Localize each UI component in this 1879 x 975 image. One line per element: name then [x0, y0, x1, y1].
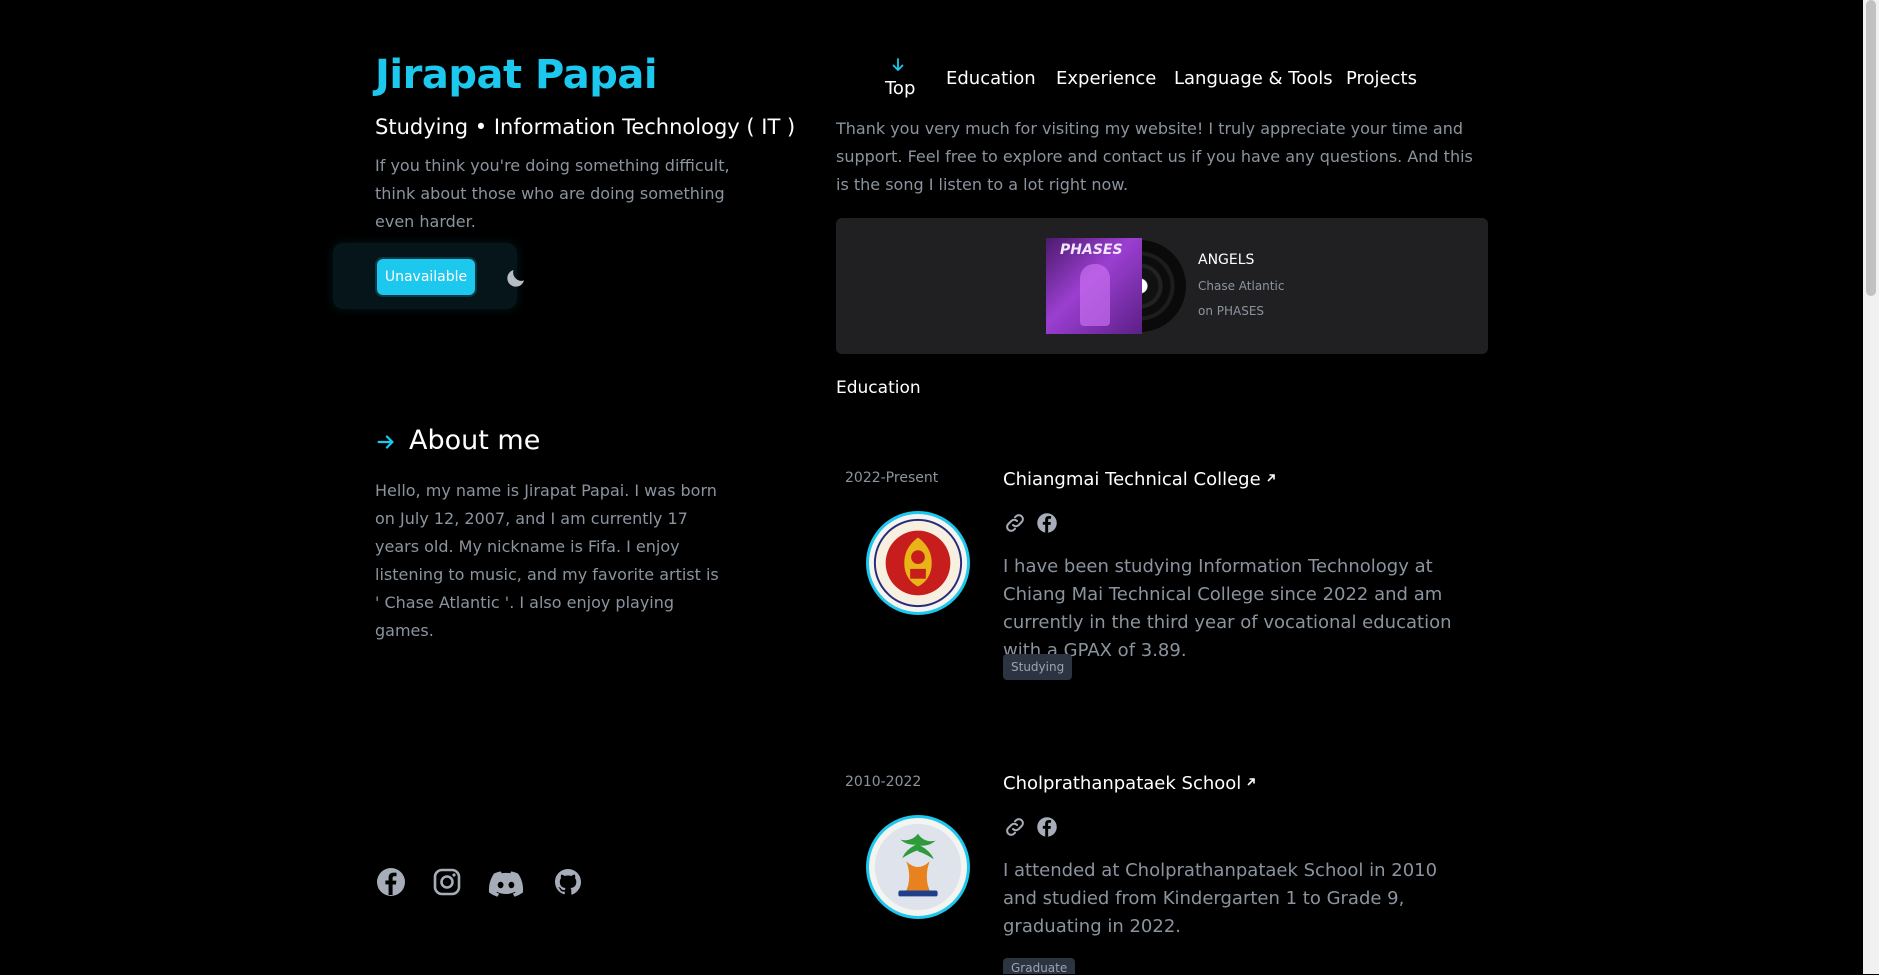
- external-link-icon: [1247, 778, 1256, 786]
- discord-icon[interactable]: [488, 866, 524, 898]
- about-title: About me: [409, 425, 541, 456]
- profile-quote: If you think you're doing something diff…: [375, 156, 730, 231]
- link-icon[interactable]: [1003, 511, 1027, 535]
- arrow-down-icon: [892, 58, 904, 71]
- facebook-icon[interactable]: [375, 866, 407, 898]
- nav-language-tools[interactable]: Language & Tools: [1174, 68, 1333, 89]
- instagram-icon[interactable]: [431, 866, 463, 898]
- song-title: ANGELS: [1198, 252, 1255, 268]
- nav-experience[interactable]: Experience: [1056, 68, 1156, 89]
- education-description: I have been studying Information Technol…: [1003, 556, 1452, 661]
- external-link-icon: [1267, 474, 1275, 482]
- github-icon[interactable]: [552, 866, 584, 898]
- education-date: 2022-Present: [845, 470, 939, 486]
- education-date: 2010-2022: [845, 774, 922, 790]
- college-logo: [866, 511, 970, 615]
- about-text: Hello, my name is Jirapat Papai. I was b…: [375, 481, 719, 640]
- education-school-link[interactable]: Cholprathanpataek School: [1003, 773, 1257, 794]
- facebook-icon[interactable]: [1035, 815, 1059, 839]
- song-album: on PHASES: [1198, 304, 1265, 318]
- education-school-link[interactable]: Chiangmai Technical College: [1003, 469, 1277, 490]
- school-name: Cholprathanpataek School: [1003, 773, 1242, 794]
- nav-projects[interactable]: Projects: [1346, 68, 1417, 89]
- status-button[interactable]: Unavailable: [375, 257, 477, 297]
- album-cover-title: PHASES: [1060, 242, 1123, 258]
- school-logo: [866, 815, 970, 919]
- scrollbar-thumb[interactable]: [1866, 0, 1876, 296]
- nav-top[interactable]: Top: [885, 78, 915, 99]
- profile-subtitle: Studying • Information Technology ( IT ): [375, 115, 796, 139]
- education-description: I attended at Cholprathanpataek School i…: [1003, 860, 1438, 937]
- nav-education[interactable]: Education: [946, 68, 1036, 89]
- school-name: Chiangmai Technical College: [1003, 469, 1261, 490]
- thanks-message: Thank you very much for visiting my webs…: [836, 119, 1473, 194]
- moon-icon[interactable]: [504, 266, 528, 290]
- arrow-right-icon: [377, 435, 394, 449]
- link-icon[interactable]: [1003, 815, 1027, 839]
- album-cover: PHASES: [1046, 238, 1142, 334]
- profile-name: Jirapat Papai: [375, 52, 658, 98]
- album-cover-art: [1080, 264, 1110, 326]
- education-status-tag: Studying: [1003, 654, 1073, 680]
- facebook-icon[interactable]: [1035, 511, 1059, 535]
- song-artist: Chase Atlantic: [1198, 279, 1285, 293]
- education-heading: Education: [836, 378, 921, 398]
- education-status-tag: Graduate: [1003, 958, 1076, 975]
